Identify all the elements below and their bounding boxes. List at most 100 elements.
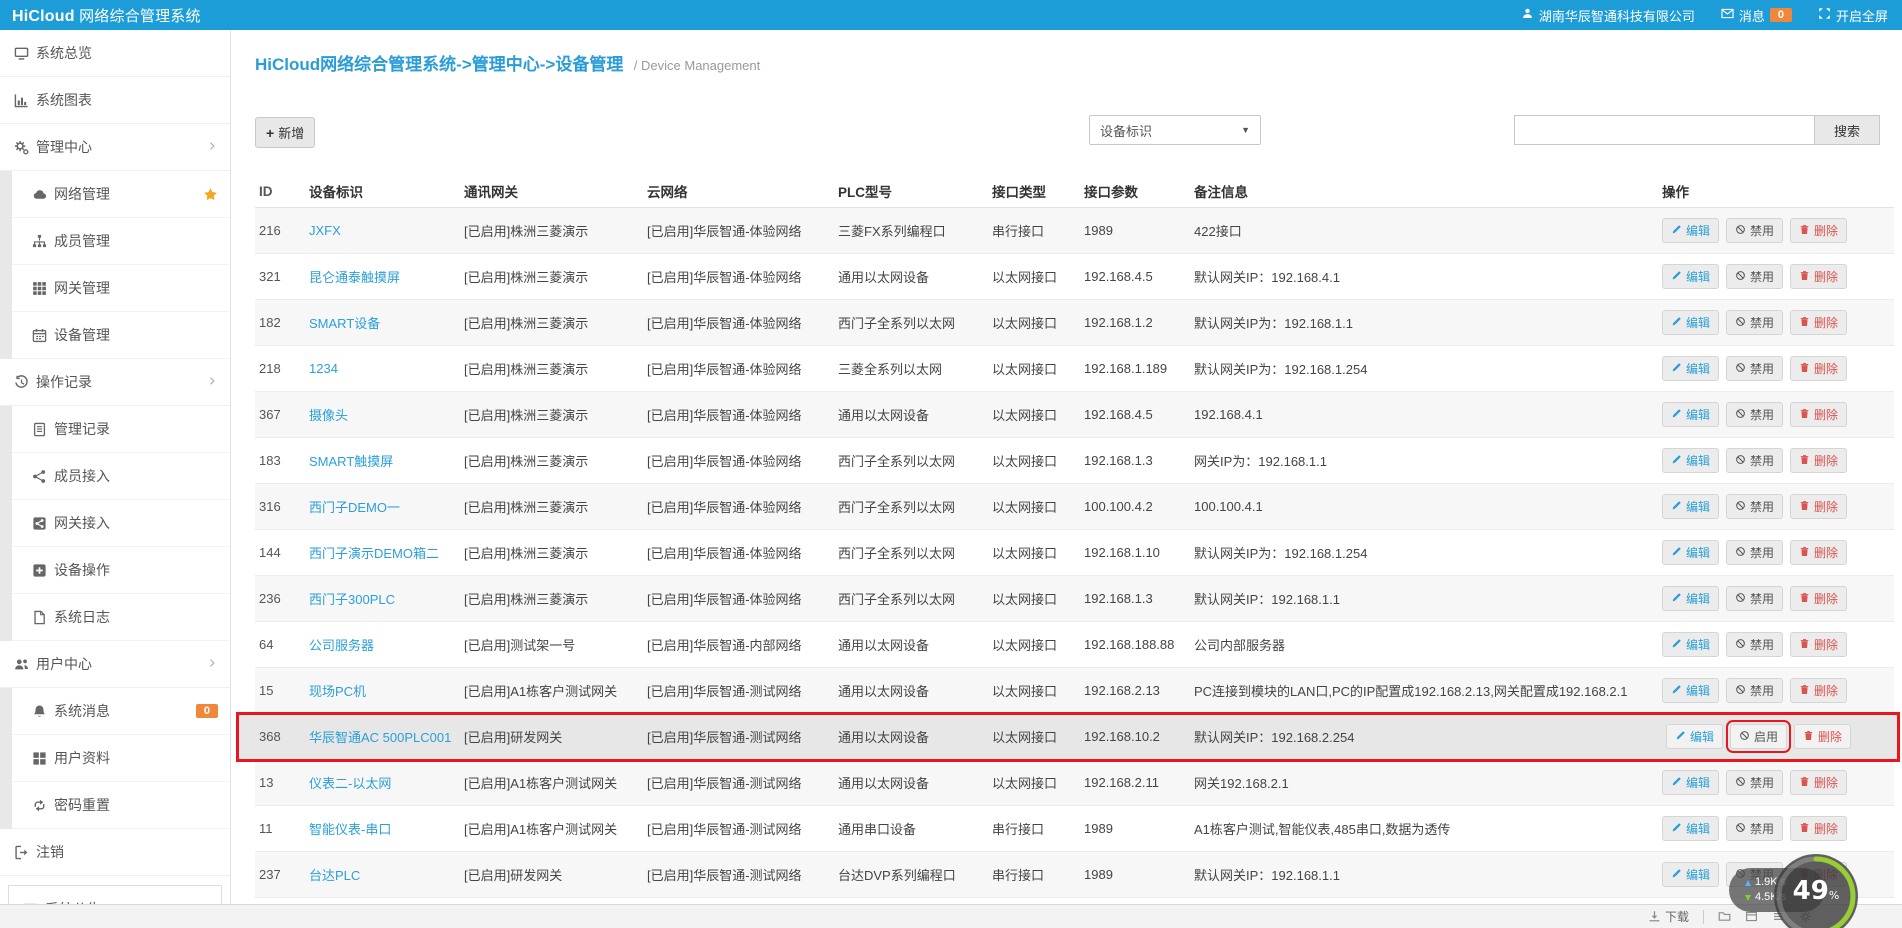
sidebar-item-gateway-access[interactable]: 网关接入 bbox=[12, 500, 230, 547]
sidebar-item-logout[interactable]: 注销 bbox=[0, 829, 230, 876]
sidebar-item-operation-records[interactable]: 操作记录 bbox=[0, 359, 230, 406]
edit-button[interactable]: 编辑 bbox=[1662, 218, 1720, 243]
disable-button[interactable]: 禁用 bbox=[1726, 402, 1784, 427]
disable-button[interactable]: 禁用 bbox=[1726, 218, 1784, 243]
row-actions: 编辑禁用删除 bbox=[1662, 402, 1894, 427]
device-cloud-network: [已启用]华辰智通-体验网络 bbox=[647, 500, 802, 515]
edit-button[interactable]: 编辑 bbox=[1662, 402, 1720, 427]
chevron-right-icon bbox=[206, 656, 218, 672]
disable-button[interactable]: 禁用 bbox=[1726, 448, 1784, 473]
sidebar-item-device-operations[interactable]: 设备操作 bbox=[12, 547, 230, 594]
sidebar-item-user-center[interactable]: 用户中心 bbox=[0, 641, 230, 688]
device-name-link[interactable]: 台达PLC bbox=[309, 868, 360, 883]
sidebar-item-network-management[interactable]: 网络管理 bbox=[12, 171, 230, 218]
disable-button[interactable]: 禁用 bbox=[1726, 310, 1784, 335]
device-id: 182 bbox=[259, 315, 281, 330]
sidebar-item-user-profile[interactable]: 用户资料 bbox=[12, 735, 230, 782]
delete-button[interactable]: 删除 bbox=[1790, 356, 1848, 381]
edit-button[interactable]: 编辑 bbox=[1666, 724, 1724, 749]
device-plc-model: 西门子全系列以太网 bbox=[838, 592, 956, 607]
disable-button[interactable]: 禁用 bbox=[1726, 494, 1784, 519]
delete-button[interactable]: 删除 bbox=[1790, 586, 1848, 611]
sidebar-item-system-messages[interactable]: 系统消息 0 bbox=[12, 688, 230, 735]
download-button[interactable]: 下载 bbox=[1648, 908, 1689, 925]
sidebar-item-member-access[interactable]: 成员接入 bbox=[12, 453, 230, 500]
device-name-link[interactable]: JXFX bbox=[309, 223, 341, 238]
edit-button[interactable]: 编辑 bbox=[1662, 816, 1720, 841]
breadcrumb-sub: / Device Management bbox=[633, 58, 761, 73]
trash-icon bbox=[1799, 684, 1810, 698]
messages-link[interactable]: 消息 0 bbox=[1721, 6, 1792, 25]
disable-button[interactable]: 禁用 bbox=[1726, 816, 1784, 841]
edit-button[interactable]: 编辑 bbox=[1662, 494, 1720, 519]
sidebar-item-device-management[interactable]: 设备管理 bbox=[12, 312, 230, 359]
delete-button[interactable]: 删除 bbox=[1790, 402, 1848, 427]
device-name-link[interactable]: 西门子演示DEMO箱二 bbox=[309, 546, 439, 561]
device-name-link[interactable]: 华辰智通AC 500PLC001 bbox=[309, 730, 451, 745]
add-device-button[interactable]: + 新增 bbox=[255, 117, 316, 148]
disable-button[interactable]: 禁用 bbox=[1726, 264, 1784, 289]
device-name-link[interactable]: 现场PC机 bbox=[309, 684, 366, 699]
sidebar-item-system-logs[interactable]: 系统日志 bbox=[12, 594, 230, 641]
disable-button[interactable]: 禁用 bbox=[1726, 356, 1784, 381]
edit-button[interactable]: 编辑 bbox=[1662, 356, 1720, 381]
company-account[interactable]: 湖南华辰智通科技有限公司 bbox=[1521, 6, 1695, 25]
edit-icon bbox=[1671, 638, 1682, 652]
edit-button[interactable]: 编辑 bbox=[1662, 770, 1720, 795]
enable-button[interactable]: 启用 bbox=[1726, 720, 1792, 753]
edit-button[interactable]: 编辑 bbox=[1662, 264, 1720, 289]
device-name-link[interactable]: SMART触摸屏 bbox=[309, 454, 393, 469]
delete-button[interactable]: 删除 bbox=[1790, 264, 1848, 289]
search-button[interactable]: 搜索 bbox=[1814, 115, 1880, 145]
edit-icon bbox=[1675, 730, 1686, 744]
sidebar-item-member-management[interactable]: 成员管理 bbox=[12, 218, 230, 265]
sidebar-item-password-reset[interactable]: 密码重置 bbox=[12, 782, 230, 829]
device-name-link[interactable]: 1234 bbox=[309, 361, 338, 376]
device-filter-select[interactable]: 设备标识 ▼ bbox=[1089, 115, 1261, 145]
device-name-link[interactable]: 公司服务器 bbox=[309, 638, 374, 653]
search-input[interactable] bbox=[1514, 115, 1814, 145]
device-name-link[interactable]: 西门子DEMO一 bbox=[309, 500, 400, 515]
device-name-link[interactable]: SMART设备 bbox=[309, 316, 380, 331]
sidebar-item-system-charts[interactable]: 系统图表 bbox=[0, 77, 230, 124]
device-interface-type: 以太网接口 bbox=[992, 362, 1058, 377]
edit-button[interactable]: 编辑 bbox=[1662, 586, 1720, 611]
fullscreen-toggle[interactable]: 开启全屏 bbox=[1818, 6, 1888, 25]
delete-button[interactable]: 删除 bbox=[1790, 540, 1848, 565]
th-icon bbox=[32, 751, 47, 766]
delete-button[interactable]: 删除 bbox=[1794, 724, 1852, 749]
sidebar-item-system-overview[interactable]: 系统总览 bbox=[0, 30, 230, 77]
delete-button[interactable]: 删除 bbox=[1790, 218, 1848, 243]
delete-button[interactable]: 删除 bbox=[1790, 816, 1848, 841]
column-header: 备注信息 bbox=[1194, 185, 1248, 200]
disable-button[interactable]: 禁用 bbox=[1726, 770, 1784, 795]
edit-button[interactable]: 编辑 bbox=[1662, 310, 1720, 335]
device-name-link[interactable]: 智能仪表-串口 bbox=[309, 822, 391, 837]
disable-button[interactable]: 禁用 bbox=[1726, 632, 1784, 657]
disable-button[interactable]: 禁用 bbox=[1726, 540, 1784, 565]
edit-button[interactable]: 编辑 bbox=[1662, 862, 1720, 887]
disable-button[interactable]: 禁用 bbox=[1726, 678, 1784, 703]
edit-button[interactable]: 编辑 bbox=[1662, 678, 1720, 703]
device-name-link[interactable]: 西门子300PLC bbox=[309, 592, 395, 607]
device-name-link[interactable]: 摄像头 bbox=[309, 408, 348, 423]
sidebar-item-gateway-management[interactable]: 网关管理 bbox=[12, 265, 230, 312]
folder-icon[interactable] bbox=[1718, 910, 1731, 923]
edit-button[interactable]: 编辑 bbox=[1662, 448, 1720, 473]
delete-button[interactable]: 删除 bbox=[1790, 678, 1848, 703]
delete-button[interactable]: 删除 bbox=[1790, 448, 1848, 473]
sidebar-item-management-center[interactable]: 管理中心 bbox=[0, 124, 230, 171]
delete-button[interactable]: 删除 bbox=[1790, 632, 1848, 657]
disable-button[interactable]: 禁用 bbox=[1726, 586, 1784, 611]
delete-button[interactable]: 删除 bbox=[1790, 310, 1848, 335]
edit-button[interactable]: 编辑 bbox=[1662, 632, 1720, 657]
performance-circle-widget[interactable]: 49% bbox=[1772, 852, 1860, 928]
device-name-link[interactable]: 仪表二-以太网 bbox=[309, 776, 391, 791]
edit-button[interactable]: 编辑 bbox=[1662, 540, 1720, 565]
sidebar-item-label: 设备操作 bbox=[54, 562, 110, 578]
sidebar-item-management-records[interactable]: 管理记录 bbox=[12, 406, 230, 453]
delete-button[interactable]: 删除 bbox=[1790, 494, 1848, 519]
edit-icon bbox=[1671, 868, 1682, 882]
delete-button[interactable]: 删除 bbox=[1790, 770, 1848, 795]
device-name-link[interactable]: 昆仑通泰触摸屏 bbox=[309, 270, 400, 285]
